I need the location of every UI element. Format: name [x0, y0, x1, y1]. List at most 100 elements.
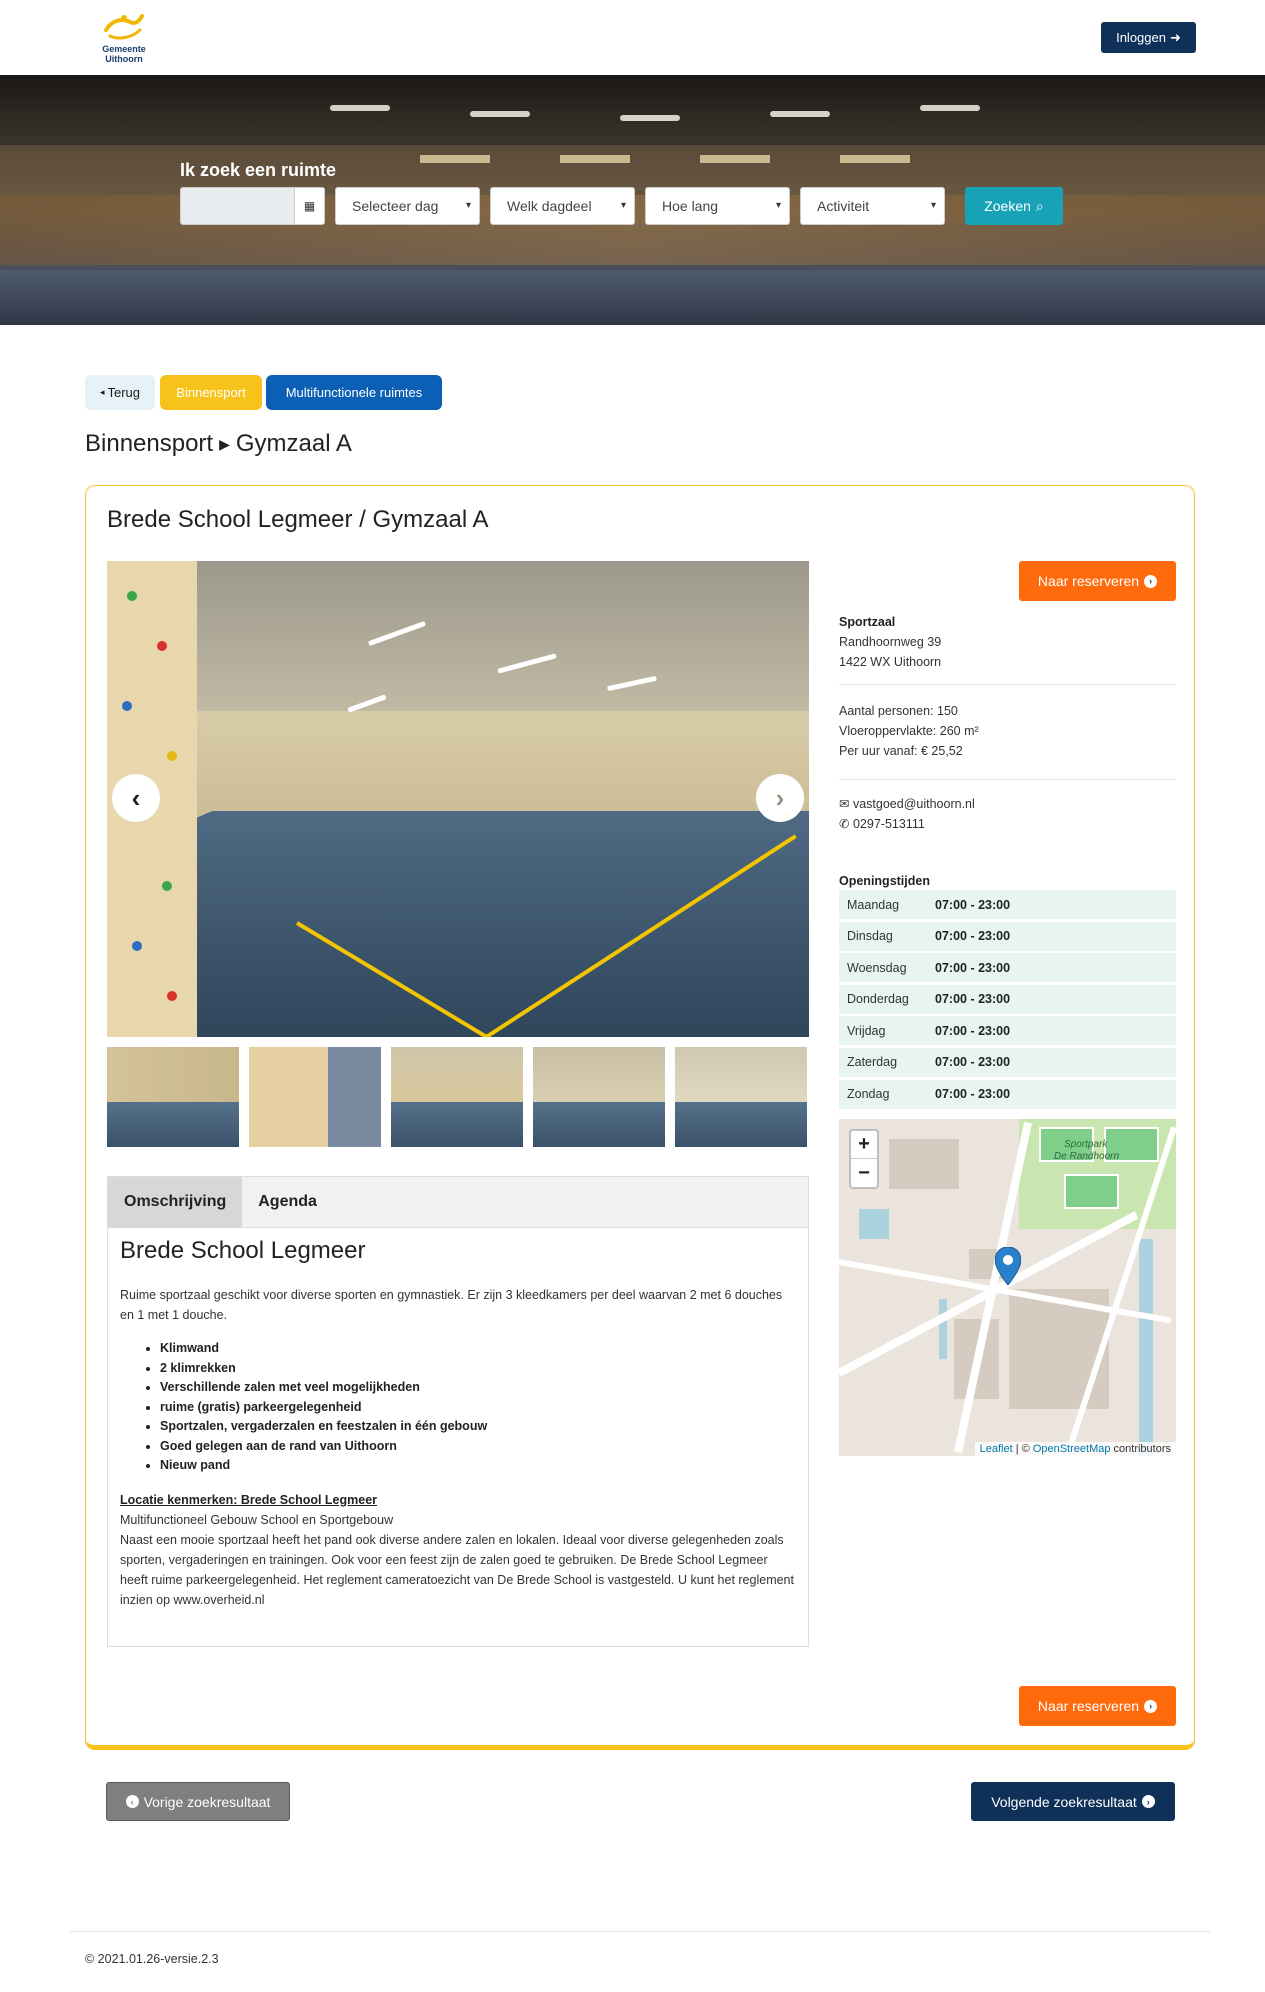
category-multifunctionele[interactable]: Multifunctionele ruimtes: [266, 375, 442, 410]
hero-window: [840, 155, 910, 163]
hours-day: Vrijdag: [847, 1023, 886, 1038]
prev-photo-button[interactable]: ‹: [112, 774, 160, 822]
thumbnail[interactable]: [533, 1047, 665, 1147]
reserve-button-bottom[interactable]: Naar reserveren ›: [1019, 1686, 1176, 1726]
hero-lamp: [330, 105, 390, 111]
next-result-button[interactable]: Volgende zoekresultaat ›: [971, 1782, 1175, 1821]
thumb-wall: [675, 1047, 807, 1102]
caret-right-icon: ▶: [219, 435, 230, 452]
thumbnail[interactable]: [675, 1047, 807, 1147]
sign-in-icon: ➜: [1169, 29, 1181, 45]
contact-block: ✉ vastgoed@uithoorn.nl ✆ 0297-513111: [839, 792, 1176, 834]
main-photo[interactable]: ‹ ›: [107, 561, 809, 1037]
map-water: [1139, 1239, 1153, 1456]
climb-hold: [127, 591, 137, 601]
photo-floor: [107, 811, 809, 1037]
next-label: Volgende zoekresultaat: [991, 1793, 1137, 1810]
thumbnail[interactable]: [107, 1047, 239, 1147]
leaflet-link[interactable]: Leaflet: [980, 1443, 1013, 1455]
climb-hold: [167, 991, 177, 1001]
address-city: 1422 WX Uithoorn: [839, 655, 942, 669]
hours-row: Zondag 07:00 - 23:00: [839, 1079, 1176, 1109]
contact-phone[interactable]: 0297-513111: [853, 817, 925, 831]
chevron-down-icon: ▾: [620, 200, 626, 211]
hours-time: 07:00 - 23:00: [935, 1055, 1011, 1070]
top-bar: Gemeente Uithoorn Inloggen ➜: [0, 0, 1265, 75]
hero-lamp: [620, 115, 680, 121]
hero-ceiling: [0, 75, 1265, 145]
thumb-floor: [675, 1102, 807, 1147]
thumbnail[interactable]: [391, 1047, 523, 1147]
previous-result-button[interactable]: ‹ Vorige zoekresultaat: [106, 1782, 290, 1821]
contact-email[interactable]: vastgoed@uithoorn.nl: [853, 797, 975, 811]
climb-hold: [122, 701, 132, 711]
tab-agenda[interactable]: Agenda: [242, 1177, 333, 1227]
breadcrumb-parent[interactable]: Binnensport: [85, 430, 213, 458]
detail-tabs: Omschrijving Agenda: [107, 1176, 809, 1228]
location-map[interactable]: Sportpark De Randhoorn + − Leaflet | © O…: [839, 1119, 1176, 1456]
map-zoom-control: + −: [849, 1129, 879, 1189]
map-pitch: [1064, 1174, 1119, 1209]
phone-icon: ✆: [839, 817, 850, 831]
capacity-block: Aantal personen: 150 Vloeroppervlakte: 2…: [839, 697, 1176, 761]
reserve-button-top[interactable]: Naar reserveren ›: [1019, 561, 1176, 601]
tab-omschrijving[interactable]: Omschrijving: [108, 1177, 243, 1227]
hours-time: 07:00 - 23:00: [935, 929, 1011, 944]
description-title: Brede School Legmeer: [120, 1237, 366, 1264]
duration-select[interactable]: Hoe lang ▾: [645, 187, 790, 225]
hours-row: Woensdag 07:00 - 23:00: [839, 953, 1176, 983]
divider: [839, 779, 1176, 780]
zoom-out-button[interactable]: −: [851, 1159, 877, 1187]
location-text: Naast een mooie sportzaal heeft het pand…: [120, 1532, 794, 1607]
thumb-floor: [107, 1102, 239, 1147]
hero-floor: [0, 270, 1265, 325]
calendar-icon[interactable]: ▦: [294, 188, 324, 224]
thumb-wall: [249, 1047, 381, 1147]
attribution-sep: | ©: [1012, 1443, 1033, 1455]
envelope-icon: ✉: [839, 797, 850, 811]
chevron-circle-right-icon: ›: [1144, 1699, 1158, 1713]
hero-lamp: [770, 111, 830, 117]
date-input[interactable]: ▦: [180, 187, 325, 225]
category-binnensport[interactable]: Binnensport: [160, 375, 262, 410]
hours-time: 07:00 - 23:00: [935, 1023, 1011, 1038]
thumb-floor: [391, 1102, 523, 1147]
map-label-park: Sportpark: [1064, 1139, 1108, 1150]
hero-lamp: [470, 111, 530, 117]
thumb-wall: [107, 1047, 239, 1102]
hours-row: Zaterdag 07:00 - 23:00: [839, 1047, 1176, 1077]
back-button[interactable]: ◂ Terug: [85, 375, 155, 410]
chevron-down-icon: ▾: [930, 200, 936, 211]
info-column: Naar reserveren › Sportzaal Randhoornweg…: [839, 561, 1176, 1111]
divider: [839, 684, 1176, 685]
hours-time: 07:00 - 23:00: [935, 992, 1011, 1007]
feature-item: 2 klimrekken: [160, 1359, 796, 1379]
zoom-in-button[interactable]: +: [851, 1131, 877, 1159]
map-water: [939, 1299, 947, 1359]
floor-area: Vloeroppervlakte: 260 m²: [839, 724, 979, 738]
gemeente-logo[interactable]: Gemeente Uithoorn: [86, 12, 162, 64]
day-select[interactable]: Selecteer dag ▾: [335, 187, 480, 225]
search-title: Ik zoek een ruimte: [180, 160, 337, 180]
thumbnail[interactable]: [249, 1047, 381, 1147]
part-of-day-select[interactable]: Welk dagdeel ▾: [490, 187, 635, 225]
facility-title: Brede School Legmeer / Gymzaal A: [107, 506, 489, 533]
map-marker-icon[interactable]: [995, 1247, 1021, 1285]
climb-hold: [167, 751, 177, 761]
search-label: Zoeken: [984, 198, 1031, 214]
photo-ceiling: [107, 561, 809, 721]
caret-left-icon: ◂: [99, 387, 105, 397]
next-photo-button[interactable]: ›: [756, 774, 804, 822]
location-heading: Locatie kenmerken: Brede School Legmeer: [120, 1492, 378, 1507]
logo-text: Gemeente Uithoorn: [102, 44, 146, 64]
hero-window: [700, 155, 770, 163]
thumb-floor: [533, 1102, 665, 1147]
osm-link[interactable]: OpenStreetMap: [1033, 1443, 1111, 1455]
login-button[interactable]: Inloggen ➜: [1101, 22, 1196, 53]
activity-select[interactable]: Activiteit ▾: [800, 187, 945, 225]
hours-row: Vrijdag 07:00 - 23:00: [839, 1016, 1176, 1046]
chevron-circle-left-icon: ‹: [125, 1795, 139, 1808]
logo-mark-icon: [104, 14, 144, 40]
search-button[interactable]: Zoeken ⌕: [965, 187, 1063, 225]
feature-item: Nieuw pand: [160, 1456, 796, 1476]
